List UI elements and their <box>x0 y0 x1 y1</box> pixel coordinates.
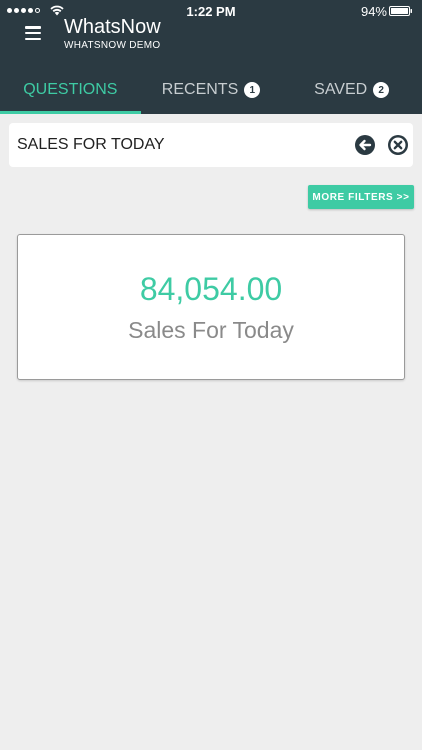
result-value: 84,054.00 <box>139 271 283 307</box>
tab-saved-label: SAVED <box>314 81 368 98</box>
tab-bar: QUESTIONS RECENTS 1 SAVED 2 <box>0 66 422 114</box>
question-bar: SALES FOR TODAY <box>9 123 413 167</box>
menu-icon[interactable] <box>25 26 41 41</box>
more-filters-button[interactable]: MORE FILTERS >> <box>308 185 414 209</box>
tab-questions-label: QUESTIONS <box>23 81 118 98</box>
result-card[interactable]: 84,054.00 Sales For Today <box>17 234 405 380</box>
tab-recents[interactable]: RECENTS 1 <box>141 66 282 114</box>
tab-saved[interactable]: SAVED 2 <box>281 66 422 114</box>
battery-percentage: 94% <box>360 4 387 19</box>
result-label: Sales For Today <box>128 317 294 343</box>
question-text[interactable]: SALES FOR TODAY <box>17 136 165 154</box>
tab-recents-label: RECENTS <box>161 81 239 98</box>
app-subtitle: WHATSNOW DEMO <box>64 40 161 51</box>
saved-count-badge: 2 <box>373 82 390 98</box>
app-header: 1:22 PM 94% WhatsNow WHATSNOW DEMO QUEST… <box>0 0 422 114</box>
recents-count-badge: 1 <box>244 82 261 98</box>
back-arrow-icon[interactable] <box>354 134 376 156</box>
battery-icon <box>389 6 412 16</box>
tab-questions[interactable]: QUESTIONS <box>0 66 141 114</box>
clear-icon[interactable] <box>387 134 409 156</box>
app-title: WhatsNow <box>64 16 161 38</box>
